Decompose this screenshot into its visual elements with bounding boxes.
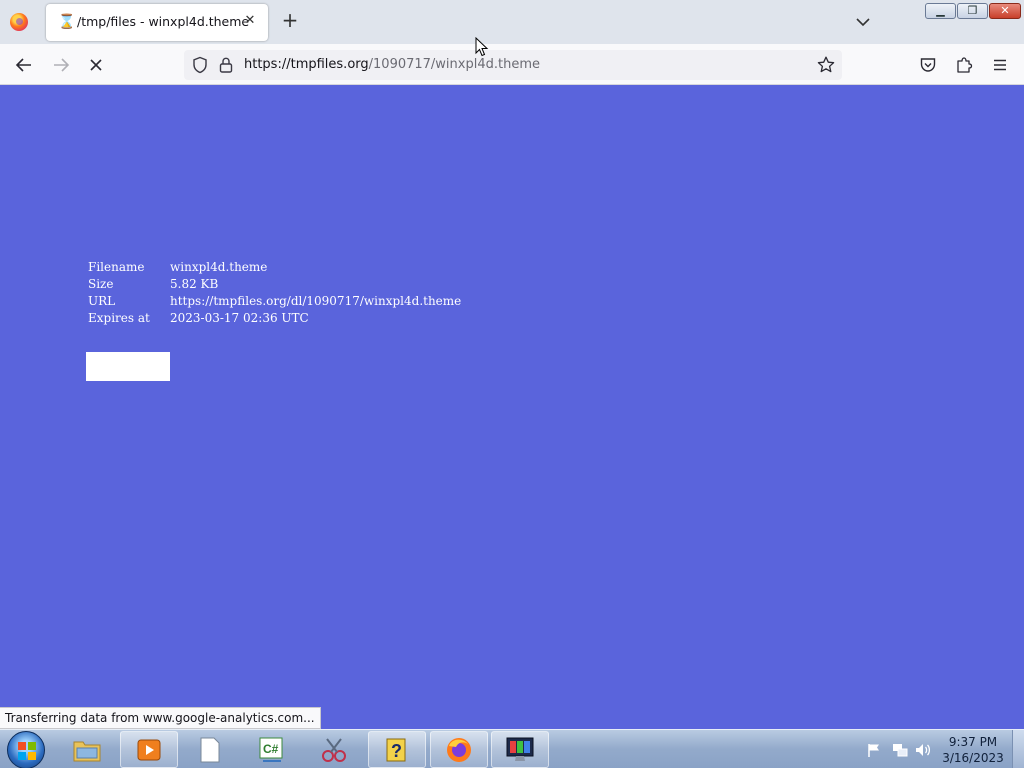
navigation-toolbar: https://tmpfiles.org/1090717/winxpl4d.th… [0, 44, 1024, 85]
tab-close-button[interactable]: ✕ [242, 12, 258, 30]
tab-active[interactable]: ⌛ /tmp/files - winxpl4d.theme ✕ [46, 4, 268, 41]
taskbar-snipping-tool[interactable] [305, 731, 363, 768]
taskbar-media-player[interactable] [120, 731, 178, 768]
new-tab-button[interactable]: + [279, 10, 301, 32]
window-minimize-button[interactable]: ▁ [925, 3, 956, 19]
network-icon[interactable] [891, 741, 909, 759]
svg-text:?: ? [391, 741, 402, 761]
tab-title: /tmp/files - winxpl4d.theme [77, 14, 250, 29]
stop-x-icon [90, 59, 102, 71]
window-close-button[interactable]: ✕ [989, 3, 1021, 19]
forward-button[interactable] [49, 53, 73, 77]
info-value: 2023-03-17 02:36 UTC [170, 311, 309, 325]
list-all-tabs-button[interactable] [852, 12, 874, 32]
back-button[interactable] [12, 53, 36, 77]
file-info-table: Filename winxpl4d.theme Size 5.82 KB URL ht… [88, 259, 461, 327]
arrow-left-icon [15, 58, 31, 72]
taskbar-display-settings[interactable] [491, 731, 549, 768]
window-restore-button[interactable]: ❐ [957, 3, 988, 19]
taskbar-csharp-app[interactable]: C# [243, 731, 301, 768]
folder-icon [73, 741, 101, 761]
clock-time: 9:37 PM [948, 735, 998, 749]
arrow-right-icon [54, 58, 70, 72]
speaker-volume-icon[interactable] [914, 741, 932, 759]
lock-icon[interactable] [218, 56, 234, 74]
info-label: Filename [88, 260, 145, 274]
document-icon [200, 737, 220, 762]
url-text[interactable]: https://tmpfiles.org/1090717/winxpl4d.th… [244, 57, 540, 72]
action-center-flag-icon[interactable] [866, 742, 882, 758]
clock-date: 3/16/2023 [942, 751, 1004, 765]
info-value: winxpl4d.theme [170, 260, 268, 274]
page-content: Filename winxpl4d.theme Size 5.82 KB URL ht… [0, 85, 1024, 728]
scissors-icon [322, 737, 346, 762]
info-label: Size [88, 277, 114, 291]
monitor-icon [506, 737, 534, 761]
help-question-icon: ? [386, 738, 406, 761]
taskbar-explorer[interactable] [58, 731, 116, 768]
media-player-icon [137, 739, 161, 760]
start-button[interactable] [7, 731, 45, 768]
hamburger-menu-icon [994, 59, 1006, 71]
taskbar: C# ? 9:37 PM 3/16/2023 [0, 729, 1024, 768]
info-row-size: Size 5.82 KB [88, 276, 461, 293]
download-button[interactable] [86, 352, 170, 381]
info-label: Expires at [88, 311, 150, 325]
url-path: /1090717/winxpl4d.theme [368, 57, 540, 72]
status-bar: Transferring data from www.google-analyt… [0, 707, 321, 729]
info-label: URL [88, 294, 116, 308]
puzzle-piece-icon [957, 57, 973, 73]
info-value-link[interactable]: https://tmpfiles.org/dl/1090717/winxpl4d… [170, 294, 461, 308]
show-desktop-button[interactable] [1012, 730, 1024, 768]
firefox-icon [447, 737, 471, 762]
taskbar-notepad[interactable] [181, 731, 239, 768]
star-icon[interactable] [816, 55, 836, 75]
url-host: https://tmpfiles.org [244, 57, 369, 72]
url-bar[interactable]: https://tmpfiles.org/1090717/winxpl4d.th… [184, 50, 842, 80]
svg-text:C#: C# [263, 742, 279, 756]
info-value: 5.82 KB [170, 277, 219, 291]
extensions-button[interactable] [952, 53, 976, 77]
pocket-button[interactable] [916, 53, 940, 77]
info-row-expires: Expires at 2023-03-17 02:36 UTC [88, 310, 461, 327]
shield-icon[interactable] [192, 56, 208, 74]
csharp-icon: C# [259, 737, 283, 762]
taskbar-firefox[interactable] [430, 731, 488, 768]
app-menu-button[interactable] [988, 53, 1012, 77]
close-icon: ✕ [1000, 4, 1010, 17]
firefox-icon[interactable] [10, 13, 28, 31]
chevron-down-icon [856, 18, 870, 27]
mouse-pointer-icon [475, 37, 489, 57]
info-row-url: URL https://tmpfiles.org/dl/1090717/winxp… [88, 293, 461, 310]
pocket-icon [920, 58, 936, 72]
info-row-filename: Filename winxpl4d.theme [88, 259, 461, 276]
hourglass-icon: ⌛ [58, 14, 76, 30]
tab-bar: ⌛ /tmp/files - winxpl4d.theme ✕ + ▁ ❐ ✕ [0, 0, 1024, 44]
minimize-icon: ▁ [936, 4, 945, 17]
system-clock[interactable]: 9:37 PM 3/16/2023 [940, 734, 1006, 766]
windows-logo-icon [18, 742, 36, 760]
restore-icon: ❐ [967, 4, 978, 17]
stop-loading-button[interactable] [84, 53, 108, 77]
taskbar-help[interactable]: ? [368, 731, 426, 768]
